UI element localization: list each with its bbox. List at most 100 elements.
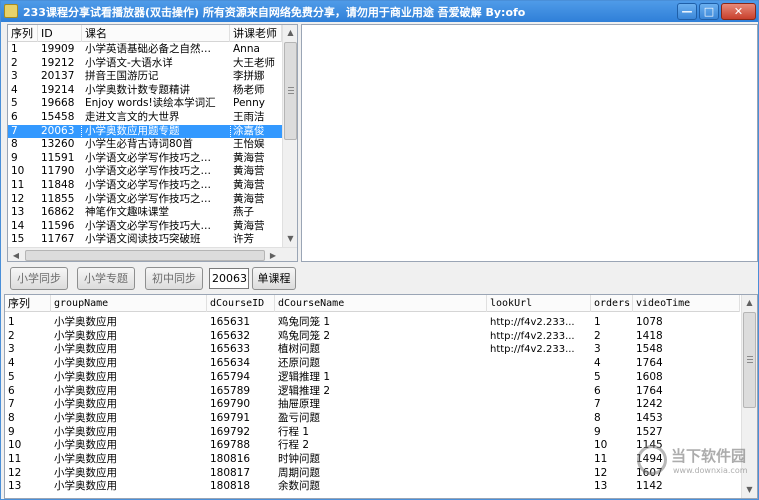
lesson-row[interactable]: 4 小学奥数应用 165634 还原问题 4 1764 (5, 357, 740, 371)
course-cell-name: 小学生必背古诗词80首 (85, 138, 193, 151)
course-cell-id: 15458 (41, 111, 75, 123)
course-cell-seq: 10 (11, 165, 25, 178)
column-header-course-id[interactable]: dCourseID (207, 295, 275, 312)
lesson-row[interactable]: 13 小学奥数应用 180818 余数问题 13 1142 (5, 480, 740, 494)
detail-panel[interactable] (301, 24, 758, 262)
lesson-row[interactable]: 12 小学奥数应用 180817 周期问题 12 1607 (5, 467, 740, 481)
lesson-cell-seq: 11 (8, 453, 22, 465)
lesson-cell-order: 10 (594, 439, 608, 452)
course-cell-seq: 1 (11, 43, 18, 55)
column-header-seq[interactable]: 序列 (5, 295, 51, 312)
lesson-cell-cid: 180818 (210, 480, 251, 493)
junior-sync-button[interactable]: 初中同步 (145, 267, 203, 290)
column-header-course-name[interactable]: dCourseName (275, 295, 487, 312)
lesson-cell-cname: 行程 1 (278, 425, 310, 438)
arrow-right-icon[interactable]: ▶ (265, 248, 281, 261)
close-button[interactable]: ✕ (721, 3, 756, 20)
maximize-button[interactable]: □ (699, 3, 719, 20)
lesson-cell-cname: 逻辑推理 1 (278, 370, 331, 383)
lesson-cell-group: 小学奥数应用 (54, 398, 117, 411)
course-cell-seq: 2 (11, 56, 18, 69)
lesson-cell-order: 9 (594, 425, 601, 438)
course-cell-seq: 3 (11, 70, 18, 83)
course-cell-name: 拼音王国游历记 (85, 70, 159, 83)
column-header-seq[interactable]: 序列 (8, 25, 38, 42)
course-cell-teacher: 黄海营 (233, 179, 265, 191)
course-list-vscrollbar[interactable]: ▲ ▼ (282, 25, 297, 247)
course-id-input[interactable]: 20063 (209, 268, 249, 289)
course-cell-teacher: 许芳 (233, 233, 254, 246)
course-list-scroll-thumb[interactable] (284, 42, 297, 140)
column-header-teacher[interactable]: 讲课老师 (230, 25, 282, 42)
column-header-orders[interactable]: orders (591, 295, 633, 312)
app-icon (4, 4, 18, 18)
course-cell-seq: 7 (11, 124, 18, 137)
course-row[interactable]: 1 19909 小学英语基础必备之自然… Anna (8, 43, 282, 57)
course-row[interactable]: 8 13260 小学生必背古诗词80首 王怡娱 (8, 138, 282, 152)
column-header-video-time[interactable]: videoTime (633, 295, 740, 312)
course-cell-id: 19909 (41, 43, 75, 55)
course-row[interactable]: 6 15458 走进文言文的大世界 王雨洁 (8, 111, 282, 125)
column-header-group-name[interactable]: groupName (51, 295, 207, 312)
download-logo-icon (637, 445, 667, 475)
course-cell-id: 11790 (41, 165, 75, 178)
arrow-left-icon[interactable]: ◀ (8, 248, 24, 261)
lesson-cell-group: 小学奥数应用 (54, 439, 117, 452)
lesson-row[interactable]: 6 小学奥数应用 165789 逻辑推理 2 6 1764 (5, 385, 740, 399)
lesson-grid-scroll-thumb[interactable] (743, 312, 756, 408)
lesson-row[interactable]: 8 小学奥数应用 169791 盈亏问题 8 1453 (5, 412, 740, 426)
lesson-row[interactable]: 7 小学奥数应用 169790 抽屉原理 7 1242 (5, 398, 740, 412)
course-list-header: 序列 ID 课名 讲课老师 (8, 25, 282, 42)
minimize-button[interactable]: — (677, 3, 697, 20)
course-row[interactable]: 12 11855 小学语文必学写作技巧之… 黄海营 (8, 193, 282, 207)
arrow-up-icon[interactable]: ▲ (742, 295, 757, 311)
lesson-cell-group: 小学奥数应用 (54, 370, 117, 383)
lesson-cell-seq: 9 (8, 425, 15, 438)
arrow-up-icon[interactable]: ▲ (283, 25, 297, 41)
lesson-cell-vtime: 1764 (636, 357, 663, 370)
lesson-cell-group: 小学奥数应用 (54, 480, 117, 493)
course-row[interactable]: 13 16862 神笔作文趣味课堂 燕子 (8, 206, 282, 220)
lesson-row[interactable]: 11 小学奥数应用 180816 时钟问题 11 1494 (5, 453, 740, 467)
column-header-id[interactable]: ID (38, 25, 82, 42)
course-list-hscrollbar[interactable]: ◀ ▶ (8, 247, 297, 261)
single-course-button[interactable]: 单课程 (252, 267, 296, 290)
primary-sync-button[interactable]: 小学同步 (10, 267, 68, 290)
course-row[interactable]: 15 11767 小学语文阅读技巧突破班 许芳 (8, 233, 282, 247)
lesson-row[interactable]: 5 小学奥数应用 165794 逻辑推理 1 5 1608 (5, 371, 740, 385)
lesson-cell-group: 小学奥数应用 (54, 329, 117, 342)
course-list-hscroll-thumb[interactable] (25, 250, 265, 261)
course-row[interactable]: 9 11591 小学语文必学写作技巧之… 黄海营 (8, 152, 282, 166)
course-cell-seq: 13 (11, 206, 25, 219)
lesson-row[interactable]: 3 小学奥数应用 165633 植树问题 http://f4v2.233... 3 1548 (5, 343, 740, 357)
course-cell-id: 11855 (41, 192, 75, 205)
lesson-cell-seq: 4 (8, 357, 15, 370)
course-row[interactable]: 11 11848 小学语文必学写作技巧之… 黄海营 (8, 179, 282, 193)
lesson-cell-cname: 抽屉原理 (278, 398, 320, 411)
primary-topic-button[interactable]: 小学专题 (77, 267, 135, 290)
course-row[interactable]: 2 19212 小学语文-大语水详 大王老师 (8, 57, 282, 71)
lesson-row[interactable]: 1 小学奥数应用 165631 鸡兔同笼 1 http://f4v2.233... 1 10… (5, 316, 740, 330)
lesson-row[interactable]: 10 小学奥数应用 169788 行程 2 10 1145 (5, 439, 740, 453)
course-cell-seq: 14 (11, 219, 25, 232)
lesson-cell-cname: 鸡兔同笼 1 (278, 316, 331, 328)
lesson-cell-url: http://f4v2.233... (490, 317, 575, 328)
course-row[interactable]: 14 11596 小学语文必学写作技巧大… 黄海营 (8, 220, 282, 234)
lesson-cell-vtime: 1764 (636, 384, 663, 397)
course-row[interactable]: 4 19214 小学奥数计数专题精讲 杨老师 (8, 84, 282, 98)
course-cell-seq: 6 (11, 111, 18, 123)
lesson-cell-group: 小学奥数应用 (54, 343, 117, 356)
lesson-row[interactable]: 9 小学奥数应用 169792 行程 1 9 1527 (5, 426, 740, 440)
column-header-course-name[interactable]: 课名 (82, 25, 230, 42)
column-header-look-url[interactable]: lookUrl (487, 295, 591, 312)
course-cell-id: 11591 (41, 151, 75, 164)
lesson-row[interactable]: 2 小学奥数应用 165632 鸡兔同笼 2 http://f4v2.233... 2 14… (5, 330, 740, 344)
arrow-down-icon[interactable]: ▼ (283, 231, 297, 247)
course-row[interactable]: 7 20063 小学奥数应用题专题 涂嘉俊 (8, 123, 282, 140)
course-list[interactable]: 序列 ID 课名 讲课老师 1 19909 小学英语基础必备之自然… Anna 2 192… (7, 24, 298, 262)
course-row[interactable]: 10 11790 小学语文必学写作技巧之… 黄海营 (8, 165, 282, 179)
course-row[interactable]: 3 20137 拼音王国游历记 李拼娜 (8, 70, 282, 84)
lesson-cell-group: 小学奥数应用 (54, 411, 117, 424)
watermark-url: www.downxia.com (673, 466, 748, 475)
course-row[interactable]: 5 19668 Enjoy words!读绘本学词汇 Penny (8, 97, 282, 111)
